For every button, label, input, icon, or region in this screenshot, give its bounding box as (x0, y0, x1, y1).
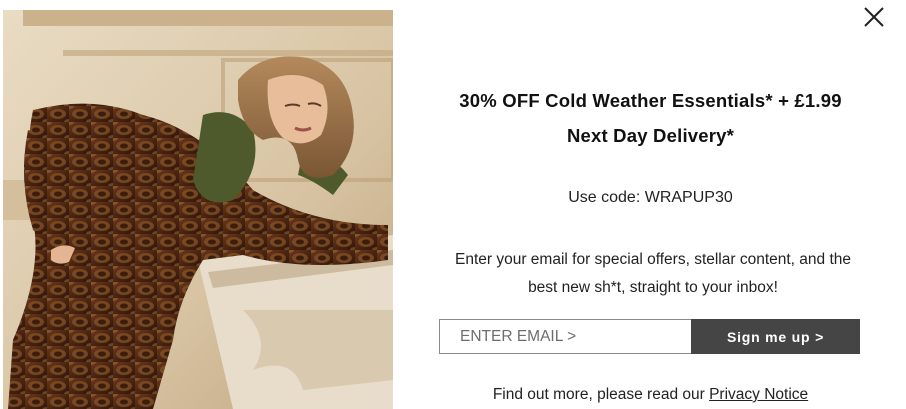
description-line-2: best new sh*t, straight to your inbox! (528, 279, 778, 296)
promo-headline: 30% OFF Cold Weather Essentials* + £1.99… (395, 83, 906, 153)
description-line-1: Enter your email for special offers, ste… (454, 251, 852, 268)
headline-line-2: Next Day Delivery* (566, 125, 735, 146)
model-photo-illustration (3, 10, 393, 409)
promo-code-text: Use code: WRAPUP30 (568, 189, 733, 206)
headline-line-1: 30% OFF Cold Weather Essentials* + £1.99 (459, 90, 842, 111)
promo-photo (3, 10, 393, 409)
signup-form: Sign me up > (439, 319, 860, 354)
modal-content: 30% OFF Cold Weather Essentials* + £1.99… (395, 0, 906, 409)
privacy-footer: Find out more, please read our Privacy N… (395, 386, 906, 404)
privacy-notice-link[interactable]: Privacy Notice (709, 386, 808, 403)
newsletter-modal: 30% OFF Cold Weather Essentials* + £1.99… (0, 0, 906, 409)
email-input[interactable] (439, 319, 691, 354)
sign-me-up-button[interactable]: Sign me up > (691, 319, 860, 354)
signup-description: Enter your email for special offers, ste… (435, 246, 871, 302)
footer-prefix: Find out more, please read our (492, 386, 710, 403)
